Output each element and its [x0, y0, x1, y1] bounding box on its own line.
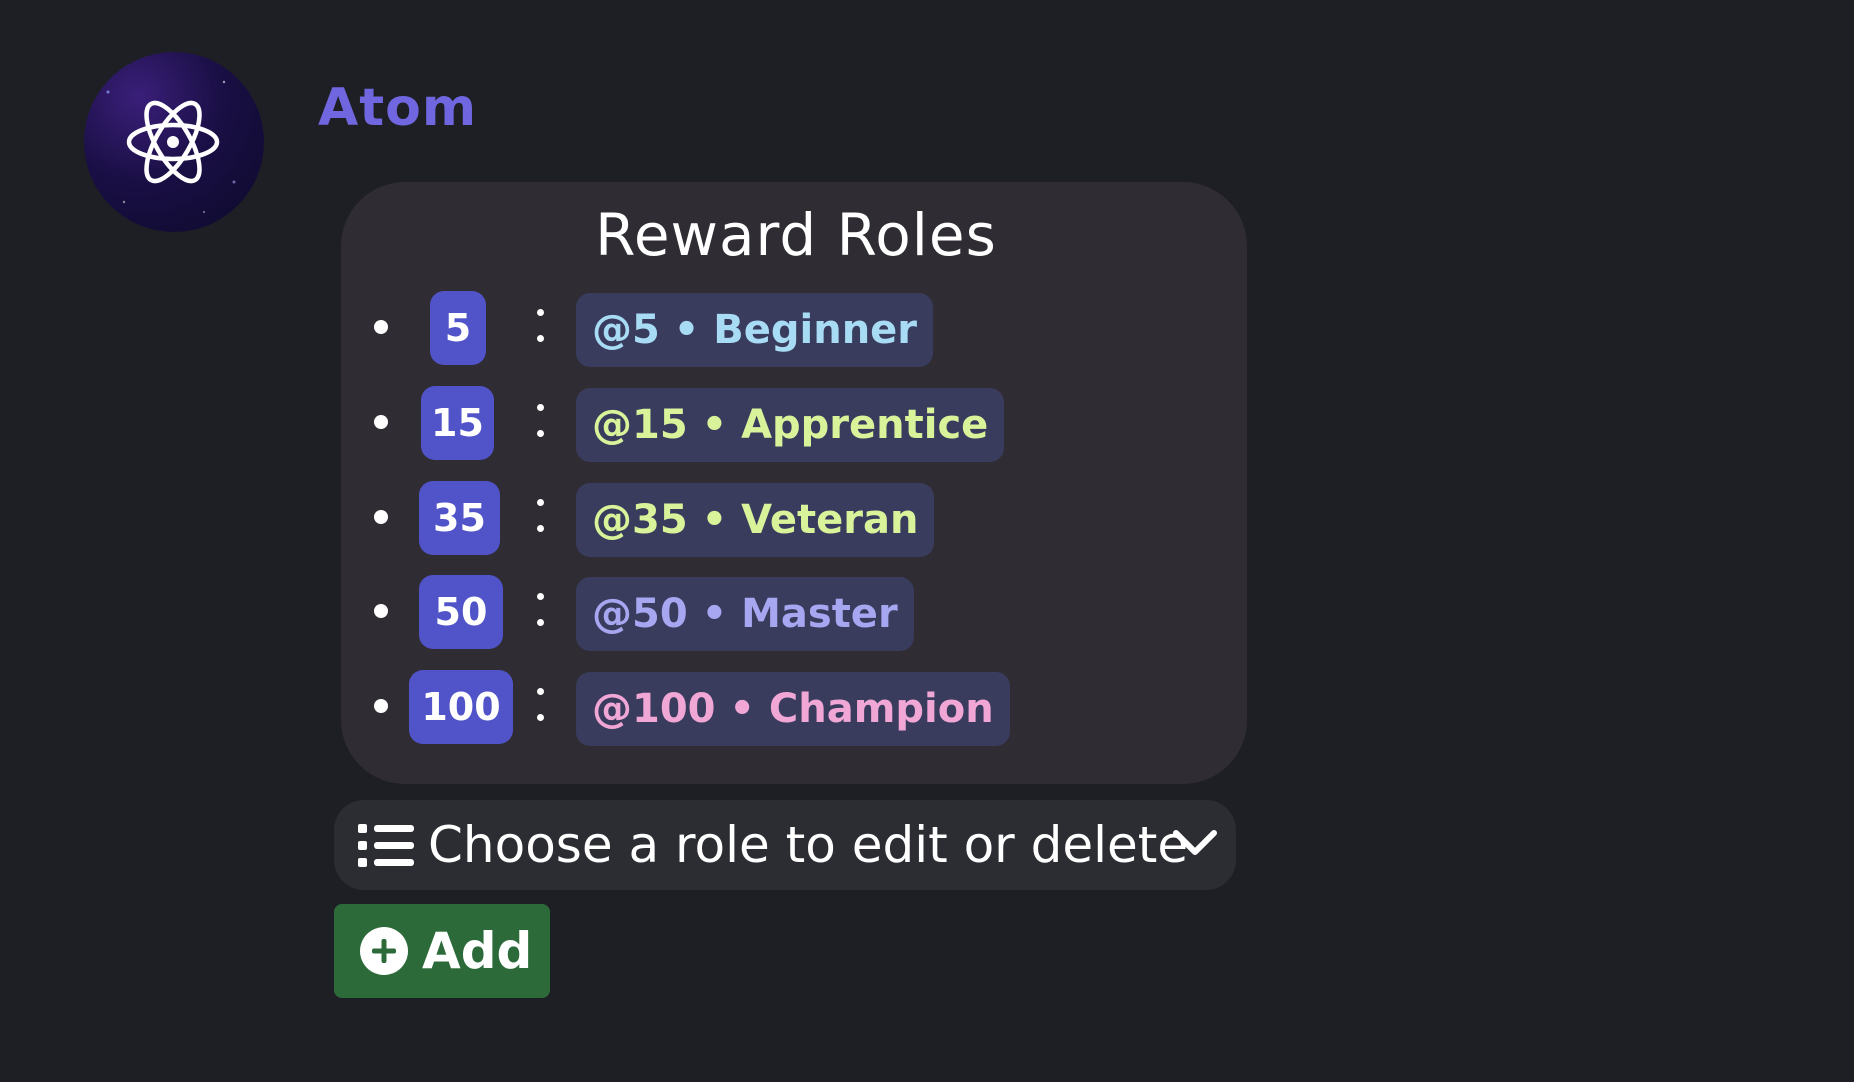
select-placeholder: Choose a role to edit or delete	[428, 816, 1189, 874]
level-badge: 35	[419, 481, 500, 555]
bullet	[374, 415, 388, 429]
level-badge: 15	[421, 386, 494, 460]
role-mention[interactable]: @50 • Master	[576, 577, 914, 651]
colon-separator	[533, 579, 547, 639]
reward-row: 100 @100 • Champion	[0, 666, 1854, 746]
embed-title: Reward Roles	[595, 201, 997, 269]
colon-separator	[533, 674, 547, 734]
reward-row: 50 @50 • Master	[0, 571, 1854, 651]
add-button[interactable]: Add	[334, 904, 550, 998]
role-mention[interactable]: @15 • Apprentice	[576, 388, 1005, 462]
author-name[interactable]: Atom	[318, 78, 477, 138]
role-mention[interactable]: @100 • Champion	[576, 672, 1010, 746]
colon-separator	[533, 295, 547, 355]
reward-row: 15 @15 • Apprentice	[0, 382, 1854, 462]
reward-row: 35 @35 • Veteran	[0, 477, 1854, 557]
colon-separator	[533, 390, 547, 450]
level-badge: 5	[430, 291, 486, 365]
level-badge: 50	[419, 575, 503, 649]
list-icon	[358, 824, 414, 867]
role-mention[interactable]: @5 • Beginner	[576, 293, 934, 367]
bullet	[374, 320, 388, 334]
chevron-down-icon	[1173, 830, 1217, 855]
add-button-label: Add	[422, 922, 533, 980]
plus-circle-icon	[360, 927, 408, 975]
reward-row: 5 @5 • Beginner	[0, 287, 1854, 367]
bullet	[374, 510, 388, 524]
role-mention[interactable]: @35 • Veteran	[576, 483, 935, 557]
colon-separator	[533, 485, 547, 545]
bullet	[374, 604, 388, 618]
bullet	[374, 699, 388, 713]
level-badge: 100	[409, 670, 513, 744]
role-select-menu[interactable]: Choose a role to edit or delete	[334, 800, 1236, 890]
